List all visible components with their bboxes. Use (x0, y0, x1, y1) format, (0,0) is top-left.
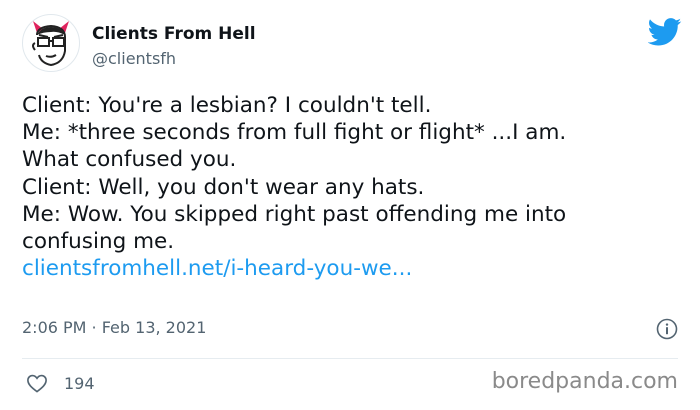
divider (22, 358, 678, 359)
twitter-bird-icon[interactable] (648, 18, 682, 46)
tweet-timestamp[interactable]: 2:06 PM · Feb 13, 2021 (22, 318, 206, 337)
user-handle[interactable]: @clientsfh (92, 48, 256, 70)
tweet-text: Client: You're a lesbian? I couldn't tel… (22, 92, 682, 282)
info-icon[interactable] (656, 318, 678, 340)
watermark: boredpanda.com (491, 369, 678, 394)
avatar[interactable] (22, 14, 80, 72)
tweet-link[interactable]: clientsfromhell.net/i-heard-you-we... (22, 255, 682, 282)
tweet-line: Client: You're a lesbian? I couldn't tel… (22, 93, 432, 118)
devil-avatar-icon (24, 16, 78, 70)
author-names: Clients From Hell @clientsfh (92, 24, 256, 70)
like-action[interactable]: 194 (26, 372, 95, 394)
tweet-line: Me: Wow. You skipped right past offendin… (22, 201, 567, 227)
tweet-line: Me: *three seconds from full fight or fl… (22, 120, 567, 146)
tweet-line: Client: Well, you don't wear any hats. (22, 174, 425, 200)
tweet-line: What confused you. (22, 147, 237, 173)
tweet-line: confusing me. (22, 229, 175, 255)
like-count: 194 (64, 373, 95, 393)
tweet-header: Clients From Hell @clientsfh (22, 14, 682, 76)
heart-icon[interactable] (26, 373, 48, 393)
display-name[interactable]: Clients From Hell (92, 24, 256, 44)
